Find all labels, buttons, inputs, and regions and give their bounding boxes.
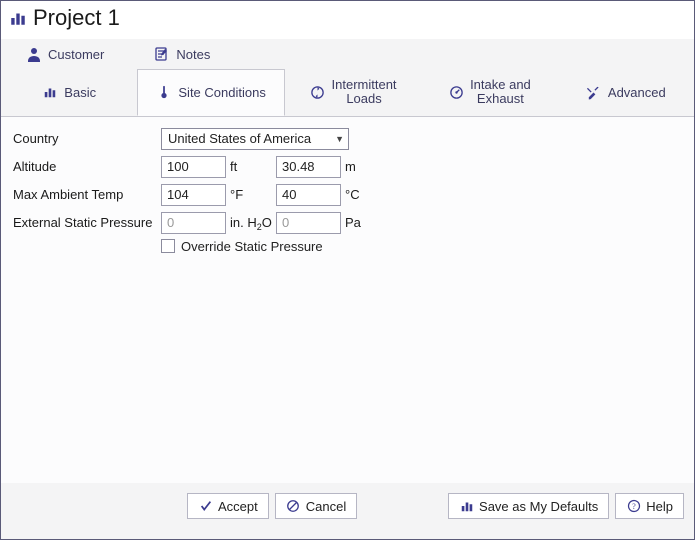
country-value: United States of America	[168, 131, 311, 146]
check-icon	[198, 499, 213, 514]
cancel-label: Cancel	[306, 499, 346, 514]
footer: Accept Cancel Save as My Defaults ? Help	[1, 483, 694, 539]
ext-static-pa-input[interactable]: 0	[276, 212, 341, 234]
unit-c: °C	[341, 187, 391, 202]
tools-icon	[586, 84, 602, 100]
unit-m: m	[341, 159, 391, 174]
site-conditions-panel: Country United States of America ▼ Altit…	[1, 116, 694, 483]
help-icon: ?	[626, 499, 641, 514]
tab-advanced[interactable]: Advanced	[558, 69, 694, 116]
tab-basic-label: Basic	[64, 85, 96, 100]
cancel-icon	[286, 499, 301, 514]
tab-customer-label: Customer	[48, 47, 104, 62]
unit-f: °F	[226, 187, 276, 202]
top-tabs: Customer Notes	[1, 39, 694, 69]
label-max-ambient: Max Ambient Temp	[13, 187, 161, 202]
help-label: Help	[646, 499, 673, 514]
accept-button[interactable]: Accept	[187, 493, 269, 519]
help-button[interactable]: ? Help	[615, 493, 684, 519]
row-country: Country United States of America ▼	[13, 127, 682, 151]
tab-notes-label: Notes	[176, 47, 210, 62]
bars-save-icon	[459, 499, 474, 514]
tab-basic[interactable]: Basic	[1, 69, 137, 116]
tab-intermittent-loads[interactable]: Intermittent Loads	[285, 69, 421, 116]
tab-site-conditions[interactable]: Site Conditions	[137, 69, 284, 116]
max-ambient-f-input[interactable]: 104	[161, 184, 226, 206]
cycle-icon	[310, 84, 326, 100]
person-icon	[26, 46, 42, 62]
ext-static-inh2o-input[interactable]: 0	[161, 212, 226, 234]
unit-pa: Pa	[341, 215, 391, 230]
page-title: Project 1	[33, 5, 120, 31]
tab-intermittent-label: Intermittent Loads	[332, 78, 397, 107]
altitude-ft-input[interactable]: 100	[161, 156, 226, 178]
unit-inh2o: in. H2O	[226, 215, 276, 230]
main-tabs: Basic Site Conditions Intermittent Loads…	[1, 69, 694, 117]
thermometer-icon	[156, 84, 172, 100]
bars-icon	[9, 9, 27, 27]
label-ext-static: External Static Pressure	[13, 215, 161, 230]
cancel-button[interactable]: Cancel	[275, 493, 357, 519]
row-altitude: Altitude 100 ft 30.48 m	[13, 155, 682, 179]
project-settings-window: Project 1 Customer Notes Basic	[0, 0, 695, 540]
tab-advanced-label: Advanced	[608, 85, 666, 100]
chevron-down-icon: ▼	[335, 134, 344, 144]
label-altitude: Altitude	[13, 159, 161, 174]
save-defaults-button[interactable]: Save as My Defaults	[448, 493, 609, 519]
tab-intake-exhaust[interactable]: Intake and Exhaust	[421, 69, 557, 116]
gauge-icon	[448, 84, 464, 100]
max-ambient-c-input[interactable]: 40	[276, 184, 341, 206]
override-static-checkbox[interactable]	[161, 239, 175, 253]
override-static-label: Override Static Pressure	[181, 239, 323, 254]
tab-intake-label: Intake and Exhaust	[470, 78, 531, 107]
row-override: Override Static Pressure	[161, 239, 682, 254]
svg-text:?: ?	[632, 502, 636, 511]
tab-customer[interactable]: Customer	[1, 39, 129, 69]
tab-site-conditions-label: Site Conditions	[178, 85, 265, 100]
tab-notes[interactable]: Notes	[129, 39, 235, 69]
altitude-m-input[interactable]: 30.48	[276, 156, 341, 178]
row-max-ambient: Max Ambient Temp 104 °F 40 °C	[13, 183, 682, 207]
notes-icon	[154, 46, 170, 62]
header: Project 1	[1, 1, 694, 39]
country-select[interactable]: United States of America ▼	[161, 128, 349, 150]
bars-small-icon	[42, 84, 58, 100]
accept-label: Accept	[218, 499, 258, 514]
unit-ft: ft	[226, 159, 276, 174]
save-defaults-label: Save as My Defaults	[479, 499, 598, 514]
row-ext-static: External Static Pressure 0 in. H2O 0 Pa	[13, 211, 682, 235]
label-country: Country	[13, 131, 161, 146]
